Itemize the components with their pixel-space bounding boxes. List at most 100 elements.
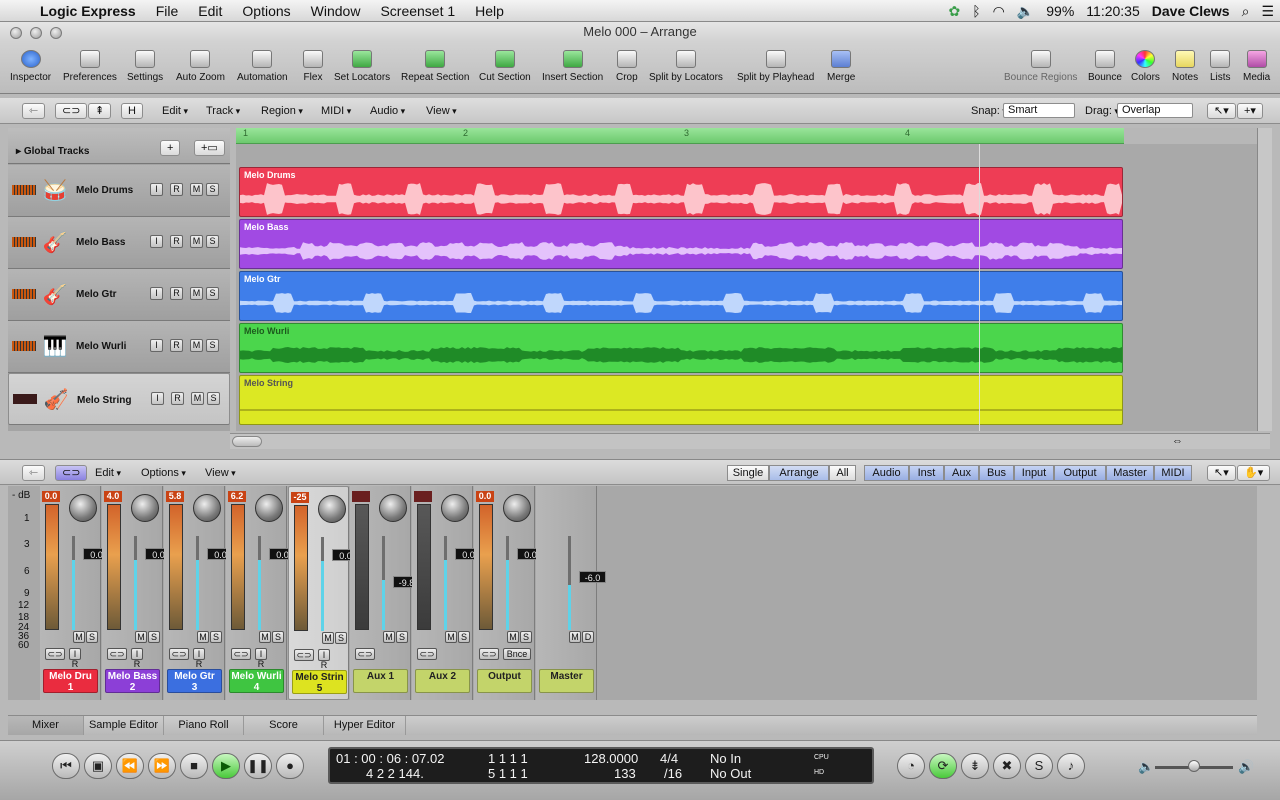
lists-button[interactable]: Lists (1210, 50, 1231, 83)
channel-name[interactable]: Aux 1 (353, 669, 408, 693)
notes-button[interactable]: Notes (1172, 50, 1198, 83)
view-all-button[interactable]: All (829, 465, 856, 481)
stereo-link-icon[interactable]: ⊂⊃ (355, 648, 375, 660)
solo-button[interactable]: S (520, 631, 532, 643)
peak-display[interactable]: 6.2 (228, 491, 246, 502)
channel-name[interactable]: Melo Dru 1 (43, 669, 98, 693)
input-monitor-button[interactable]: I (150, 287, 163, 300)
mixer-back-icon[interactable]: ⇽ (22, 465, 45, 481)
region-melo-wurli[interactable]: Melo Wurli (239, 323, 1123, 373)
mute-button[interactable]: M (135, 631, 147, 643)
track-name[interactable]: Melo Gtr (76, 289, 117, 300)
mute-button[interactable]: M (259, 631, 271, 643)
filter-midi-button[interactable]: MIDI (1154, 465, 1192, 481)
split-by-playhead-button[interactable]: Split by Playhead (737, 50, 814, 83)
stereo-link-icon[interactable]: ⊂⊃ (231, 648, 251, 660)
view-single-button[interactable]: Single (727, 465, 769, 481)
channel-name[interactable]: Melo Wurli 4 (229, 669, 284, 693)
master-volume-knob[interactable] (1188, 760, 1200, 772)
channel-strip-7[interactable]: 0.0 M S ⊂⊃ Aux 2 (412, 486, 473, 700)
mute-button[interactable]: M (197, 631, 209, 643)
region-melo-drums[interactable]: Melo Drums (239, 167, 1123, 217)
peak-display[interactable] (352, 491, 370, 502)
channel-strip-3[interactable]: 5.8 0.0 M S ⊂⊃ I R Melo Gtr 3 (164, 486, 225, 700)
mute-button[interactable]: M (322, 632, 334, 644)
solo-button[interactable]: S (206, 183, 219, 196)
add-folder-button[interactable]: +▭ (194, 140, 225, 156)
track-header-3[interactable]: 🎸 Melo Gtr I R M S (8, 269, 230, 321)
arrange-region-menu[interactable]: Region (261, 104, 303, 118)
region-melo-bass[interactable]: Melo Bass (239, 219, 1123, 269)
solo-button[interactable]: S (396, 631, 408, 643)
add-track-button[interactable]: + (160, 140, 180, 156)
mute-button[interactable]: M (445, 631, 457, 643)
solo-button[interactable]: S (272, 631, 284, 643)
volume-fader[interactable]: 0.0 (318, 537, 346, 631)
menu-options[interactable]: Options (232, 3, 300, 19)
solo-button[interactable]: S (86, 631, 98, 643)
region-melo-gtr[interactable]: Melo Gtr (239, 271, 1123, 321)
division[interactable]: /16 (664, 766, 682, 781)
bounce-button[interactable]: Bnce (503, 648, 531, 660)
track-name[interactable]: Melo Bass (76, 237, 125, 248)
drag-select[interactable]: Overlap (1117, 103, 1193, 118)
spotlight-search-icon[interactable]: ⌕ (1242, 3, 1250, 20)
peak-display[interactable]: 0.0 (476, 491, 494, 502)
volume-fader[interactable]: 0.0 (69, 536, 97, 630)
media-button[interactable]: Media (1243, 50, 1270, 83)
volume-fader[interactable]: 0.0 (503, 536, 531, 630)
cut-section-button[interactable]: Cut Section (479, 50, 531, 83)
hide-button[interactable]: H (121, 103, 143, 119)
global-tracks-toggle[interactable]: ▸ Global Tracks (16, 146, 89, 157)
mute-button[interactable]: M (73, 631, 85, 643)
mute-button[interactable]: M (190, 339, 203, 352)
stereo-link-icon[interactable]: ⊂⊃ (479, 648, 499, 660)
inspector-button[interactable]: Inspector (10, 50, 51, 83)
pan-knob[interactable] (131, 494, 159, 522)
solo-button[interactable]: S (335, 632, 347, 644)
right-locator[interactable]: 5 1 1 1 (488, 766, 528, 781)
peak-display[interactable] (414, 491, 432, 502)
volume-fader[interactable]: -9.8 (379, 536, 407, 630)
horizontal-scrollbar[interactable]: ⇔ (230, 433, 1270, 449)
channel-strip-8[interactable]: 0.0 0.0 M S ⊂⊃ Bnce Output (474, 486, 535, 700)
track-header-4[interactable]: 🎹 Melo Wurli I R M S (8, 321, 230, 373)
solo-button[interactable]: S (148, 631, 160, 643)
pan-knob[interactable] (318, 495, 346, 523)
pointer-tool-icon[interactable]: ↖▾ (1207, 103, 1236, 119)
mute-button[interactable]: M (569, 631, 581, 643)
channel-strip-2[interactable]: 4.0 0.0 M S ⊂⊃ I R Melo Bass 2 (102, 486, 163, 700)
crop-button[interactable]: Crop (616, 50, 638, 83)
menu-file[interactable]: File (146, 3, 189, 19)
record-enable-button[interactable]: R (170, 287, 183, 300)
stereo-link-icon[interactable]: ⊂⊃ (417, 648, 437, 660)
snap-select[interactable]: Smart (1003, 103, 1075, 118)
menu-help[interactable]: Help (465, 3, 514, 19)
stereo-link-icon[interactable]: ⊂⊃ (169, 648, 189, 660)
bounce-regions-button[interactable]: Bounce Regions (1004, 50, 1077, 83)
track-name[interactable]: Melo Wurli (76, 341, 126, 352)
playhead[interactable] (979, 144, 980, 431)
channel-strip-1[interactable]: 0.0 0.0 M S ⊂⊃ I R Melo Dru 1 (40, 486, 101, 700)
peak-display[interactable]: 5.8 (166, 491, 184, 502)
rewind-icon[interactable]: ⏪ (116, 753, 144, 779)
record-enable-button[interactable]: R (170, 235, 183, 248)
input-monitor-button[interactable]: I (150, 235, 163, 248)
split-by-locators-button[interactable]: Split by Locators (649, 50, 723, 83)
ruler-remainder[interactable] (1124, 128, 1257, 144)
mixer-link-icon[interactable]: ⊂⊃ (55, 465, 87, 481)
input-monitor-button[interactable]: I R (193, 648, 205, 660)
solo-button[interactable]: S (210, 631, 222, 643)
link-icon[interactable]: ⊂⊃ (55, 103, 87, 119)
tab-piano-roll[interactable]: Piano Roll (164, 716, 244, 735)
record-enable-button[interactable]: R (170, 339, 183, 352)
tempo-value[interactable]: 128.0000 (584, 751, 638, 766)
set-locators-button[interactable]: Set Locators (334, 50, 390, 83)
arrange-view-menu[interactable]: View (426, 104, 457, 118)
mute-button[interactable]: M (190, 235, 203, 248)
input-monitor-button[interactable]: I (150, 339, 163, 352)
stereo-link-icon[interactable]: ⊂⊃ (45, 648, 65, 660)
tab-score[interactable]: Score (244, 716, 324, 735)
metronome-icon[interactable]: ♪ (1057, 753, 1085, 779)
play-icon[interactable]: ▶ (212, 753, 240, 779)
